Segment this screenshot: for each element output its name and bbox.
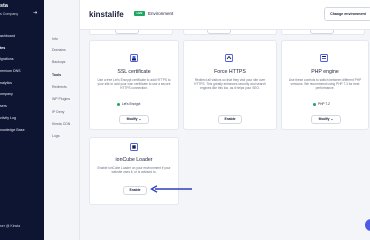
environment-label: Environment xyxy=(148,11,174,16)
company-name[interactable]: s Company xyxy=(0,12,18,16)
subnav-item-ip-deny[interactable]: IP Deny xyxy=(52,110,64,114)
nav-item-sites[interactable]: tes xyxy=(0,43,44,55)
subnav-item-tools[interactable]: Tools xyxy=(52,73,61,77)
tool-title-ioncube: ionCube Loader xyxy=(115,157,153,163)
nav-item-dashboard[interactable]: ashboard xyxy=(0,31,44,43)
nav-item-users[interactable]: sers xyxy=(0,101,44,113)
button-stub-left xyxy=(115,30,139,34)
subnav-item-logs[interactable]: Logs xyxy=(52,134,60,138)
ssl-icon xyxy=(130,54,138,62)
tool-title-php: PHP engine xyxy=(311,69,339,75)
status-dot-icon xyxy=(117,102,120,106)
chat-icon[interactable] xyxy=(365,219,370,231)
site-subnav: Info Domains Backups Tools Redirects WP … xyxy=(44,0,80,240)
tool-title-ssl: SSL certificate xyxy=(117,69,151,75)
ssl-modify-label: Modify xyxy=(126,117,138,121)
tool-desc-php: Use these controls to switch between dif… xyxy=(288,78,362,91)
site-title: kinstalife xyxy=(89,10,124,19)
nav-item-company[interactable]: ompany xyxy=(0,89,44,101)
chevron-down-icon: ⌄ xyxy=(330,117,334,121)
subnav-item-info[interactable]: Info xyxy=(52,37,58,41)
collapse-sidebar-icon[interactable]: ⇥ xyxy=(33,10,37,16)
ssl-status: Let's Encrypt xyxy=(117,102,140,106)
subnav-item-redirects[interactable]: Redirects xyxy=(52,85,67,89)
nav-item-activity-log[interactable]: ctivity Log xyxy=(0,113,44,125)
brand-logo[interactable]: sta xyxy=(0,3,8,9)
subnav-item-kinsta-cdn[interactable]: Kinsta CDN xyxy=(52,122,70,126)
main-nav: ashboard tes igrations remium DNS nalyti… xyxy=(0,31,44,136)
annotation-arrow-icon xyxy=(150,185,192,193)
ssl-modify-button[interactable]: Modify ⌄ xyxy=(119,115,149,124)
nav-item-premium-dns[interactable]: remium DNS xyxy=(0,66,44,78)
php-modify-button[interactable]: Modify ⌄ xyxy=(311,115,341,124)
live-badge: LIVE xyxy=(134,11,145,16)
tool-desc-ioncube: Enable ionCube Loader on your environmen… xyxy=(97,166,171,175)
nav-item-analytics[interactable]: nalytics xyxy=(0,78,44,90)
user-account[interactable]: ser @ Kinsta xyxy=(0,224,20,228)
ssl-status-text: Let's Encrypt xyxy=(122,102,141,106)
ioncube-enable-button[interactable]: Enable xyxy=(123,186,147,195)
ioncube-icon xyxy=(130,143,138,151)
force-https-icon xyxy=(225,54,233,62)
subnav-item-wp-plugins[interactable]: WP Plugins xyxy=(52,97,70,101)
php-status-text: PHP 7.2 xyxy=(318,102,330,106)
button-stub-middle xyxy=(207,30,231,34)
subnav-item-domains[interactable]: Domains xyxy=(52,48,66,52)
tool-desc-ssl: Use a free Let's Encrypt certificate to … xyxy=(97,78,171,91)
nav-item-migrations[interactable]: igrations xyxy=(0,54,44,66)
php-status: PHP 7.2 xyxy=(313,102,330,106)
main-sidebar: sta s Company ⇥ ashboard tes igrations r… xyxy=(0,0,44,240)
php-icon xyxy=(320,54,328,62)
nav-item-knowledge-base[interactable]: nowledge Base xyxy=(0,125,44,137)
php-modify-label: Modify xyxy=(318,117,330,121)
subnav-item-backups[interactable]: Backups xyxy=(52,60,65,64)
force-https-enable-button[interactable]: Enable xyxy=(218,115,242,124)
site-header: kinstalife LIVE Environment Change envir… xyxy=(80,0,370,30)
tool-desc-force-https: Redirect all visitors so that they visit… xyxy=(194,78,266,91)
tool-title-force-https: Force HTTPS xyxy=(214,69,246,75)
button-stub-right xyxy=(310,30,334,34)
chevron-down-icon: ⌄ xyxy=(138,117,142,121)
change-environment-button[interactable]: Change environment xyxy=(324,7,370,21)
status-dot-icon xyxy=(313,102,316,106)
